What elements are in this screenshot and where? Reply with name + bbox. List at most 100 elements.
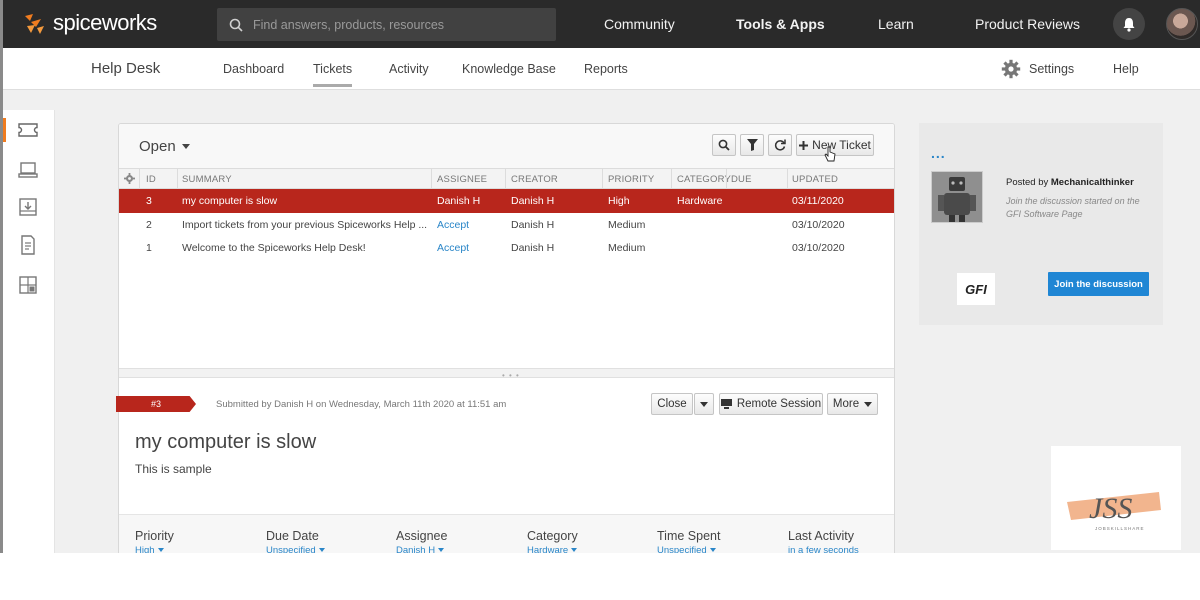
nav-product-reviews[interactable]: Product Reviews bbox=[975, 16, 1080, 32]
tab-knowledge-base[interactable]: Knowledge Base bbox=[462, 62, 556, 76]
magnifier-icon bbox=[718, 139, 730, 151]
table-row[interactable]: 1 Welcome to the Spiceworks Help Desk! A… bbox=[119, 236, 894, 260]
gear-icon bbox=[1001, 59, 1021, 79]
promo-description: Join the discussion started on the GFI S… bbox=[1006, 196, 1140, 219]
search-icon bbox=[229, 18, 243, 32]
drag-handle-icon: • • • bbox=[502, 371, 520, 380]
join-discussion-button[interactable]: Join the discussion bbox=[1048, 272, 1149, 296]
user-avatar[interactable] bbox=[1166, 8, 1198, 40]
row-id: 2 bbox=[146, 219, 152, 231]
tab-tickets[interactable]: Tickets bbox=[313, 62, 353, 87]
caret-down-icon bbox=[157, 548, 164, 553]
meta-label: Last Activity bbox=[788, 529, 854, 543]
help-link[interactable]: Help bbox=[1113, 62, 1139, 76]
refresh-icon bbox=[774, 139, 786, 151]
close-ticket-button[interactable]: Close bbox=[651, 393, 693, 415]
more-label: More bbox=[832, 398, 860, 410]
settings-link[interactable]: Settings bbox=[1001, 59, 1074, 79]
nav-tools-apps[interactable]: Tools & Apps bbox=[736, 16, 825, 32]
remote-session-button[interactable]: Remote Session bbox=[719, 393, 823, 415]
author-name[interactable]: Mechanicalthinker bbox=[1051, 177, 1134, 188]
ticket-number-badge: #3 bbox=[116, 396, 196, 412]
row-priority: Medium bbox=[608, 219, 646, 231]
ticket-description: This is sample bbox=[135, 462, 212, 476]
dashboard-icon bbox=[19, 276, 37, 294]
spiceworks-logo[interactable]: spiceworks bbox=[21, 10, 157, 36]
author-avatar bbox=[931, 171, 983, 223]
meta-time-spent[interactable]: Time Spent Unspecified bbox=[657, 529, 720, 553]
more-button[interactable]: More bbox=[827, 393, 878, 415]
submitted-info: Submitted by Danish H on Wednesday, Marc… bbox=[216, 399, 507, 410]
refresh-button[interactable] bbox=[768, 134, 792, 156]
col-assignee[interactable]: ASSIGNEE bbox=[437, 174, 487, 185]
tab-activity[interactable]: Activity bbox=[389, 62, 429, 76]
left-rail bbox=[3, 110, 55, 553]
rail-purchasing[interactable] bbox=[17, 196, 39, 218]
settings-label: Settings bbox=[1029, 62, 1075, 76]
posted-prefix: Posted by bbox=[1006, 177, 1049, 188]
top-navbar: spiceworks Community Tools & Apps Learn … bbox=[3, 0, 1200, 48]
helpdesk-title: Help Desk bbox=[91, 60, 161, 77]
gfi-logo: GFI bbox=[957, 273, 995, 305]
row-updated: 03/11/2020 bbox=[792, 195, 844, 207]
community-promo: ... Posted by Mechanicalthinker Join the… bbox=[919, 123, 1163, 325]
col-updated[interactable]: UPDATED bbox=[792, 174, 838, 185]
meta-due-date[interactable]: Due Date Unspecified bbox=[266, 529, 325, 553]
row-id: 3 bbox=[146, 195, 152, 207]
svg-text:JOBSKILLSHARE: JOBSKILLSHARE bbox=[1095, 526, 1145, 531]
search-bar[interactable] bbox=[217, 8, 556, 41]
ticket-filter-dropdown[interactable]: Open bbox=[139, 138, 190, 155]
meta-label: Due Date bbox=[266, 529, 319, 543]
meta-value: High bbox=[135, 545, 155, 553]
meta-label: Time Spent bbox=[657, 529, 721, 543]
search-input[interactable] bbox=[253, 17, 543, 32]
row-assignee: Danish H bbox=[437, 195, 481, 207]
meta-priority[interactable]: Priority High bbox=[135, 529, 174, 553]
ticket-toolbar: Open New Ticket bbox=[119, 124, 894, 168]
rail-inventory[interactable] bbox=[17, 159, 39, 181]
table-row[interactable]: 2 Import tickets from your previous Spic… bbox=[119, 213, 894, 237]
close-options-button[interactable] bbox=[694, 393, 714, 415]
ticket-panel: Open New Ticket ID SUMMARY ASSIGNEE CREA… bbox=[118, 123, 895, 553]
table-row[interactable]: 3 my computer is slow Danish H Danish H … bbox=[119, 189, 894, 213]
col-due[interactable]: DUE bbox=[731, 174, 752, 185]
meta-value: in a few seconds bbox=[788, 545, 859, 553]
nav-learn[interactable]: Learn bbox=[878, 16, 914, 32]
rail-reports[interactable] bbox=[17, 234, 39, 256]
row-accept-link[interactable]: Accept bbox=[437, 242, 469, 254]
brand-name: spiceworks bbox=[53, 10, 157, 35]
promo-menu-icon[interactable]: ... bbox=[931, 145, 946, 161]
nav-community[interactable]: Community bbox=[604, 16, 675, 32]
filter-button[interactable] bbox=[740, 134, 764, 156]
row-creator: Danish H bbox=[511, 219, 555, 231]
notifications-button[interactable] bbox=[1113, 8, 1145, 40]
pane-splitter[interactable]: • • • bbox=[119, 368, 894, 380]
col-creator[interactable]: CREATOR bbox=[511, 174, 558, 185]
row-summary: Welcome to the Spiceworks Help Desk! bbox=[182, 242, 366, 254]
col-id[interactable]: ID bbox=[146, 174, 156, 185]
row-priority: Medium bbox=[608, 242, 646, 254]
row-summary: my computer is slow bbox=[182, 195, 278, 207]
col-category[interactable]: CATEGORY bbox=[677, 174, 731, 185]
col-summary[interactable]: SUMMARY bbox=[182, 174, 232, 185]
meta-category[interactable]: Category Hardware bbox=[527, 529, 578, 553]
column-settings-icon[interactable] bbox=[124, 173, 135, 184]
ticket-filter-label: Open bbox=[139, 138, 176, 155]
tab-reports[interactable]: Reports bbox=[584, 62, 628, 76]
meta-last-activity: Last Activity in a few seconds bbox=[788, 529, 859, 553]
row-priority: High bbox=[608, 195, 630, 207]
robot-avatar-icon bbox=[932, 172, 982, 222]
caret-down-icon bbox=[438, 548, 445, 553]
search-tickets-button[interactable] bbox=[712, 134, 736, 156]
rail-dashboard[interactable] bbox=[17, 274, 39, 296]
ticket-meta-bar: Priority High Due Date Unspecified Assig… bbox=[119, 514, 894, 553]
row-accept-link[interactable]: Accept bbox=[437, 219, 469, 231]
caret-down-icon bbox=[709, 548, 716, 553]
tab-dashboard[interactable]: Dashboard bbox=[223, 62, 284, 76]
ticket-icon bbox=[18, 123, 38, 137]
meta-assignee[interactable]: Assignee Danish H bbox=[396, 529, 447, 553]
col-priority[interactable]: PRIORITY bbox=[608, 174, 654, 185]
meta-label: Category bbox=[527, 529, 578, 543]
rail-tickets[interactable] bbox=[17, 119, 39, 141]
meta-value: Unspecified bbox=[266, 545, 316, 553]
